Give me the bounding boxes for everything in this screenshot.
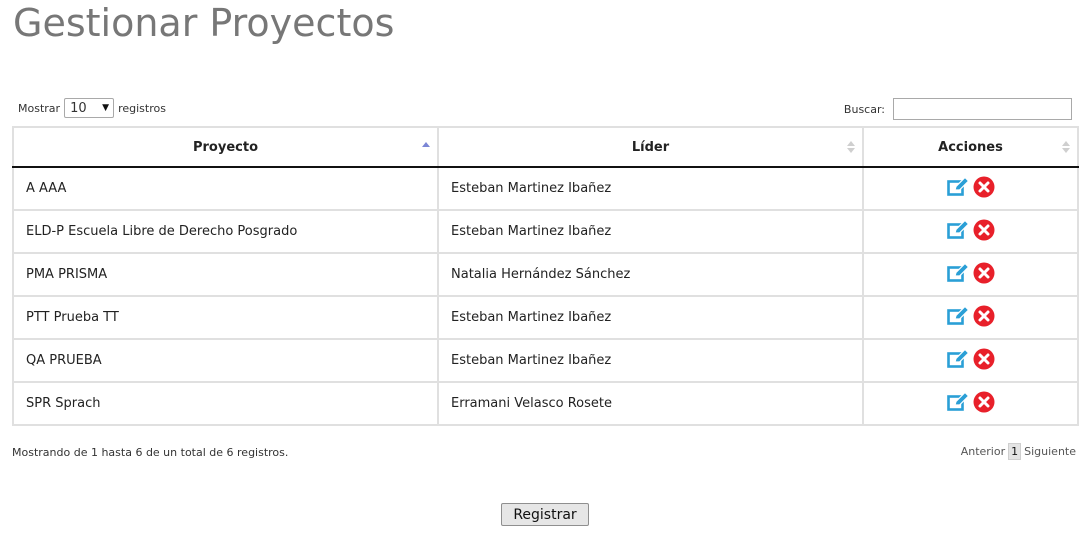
cell-lider: Erramani Velasco Rosete (437, 381, 864, 426)
table-row: QA PRUEBA Esteban Martinez Ibañez (12, 338, 1079, 383)
table-row: ELD-P Escuela Libre de Derecho Posgrado E… (12, 209, 1079, 254)
search-control: Buscar: (844, 98, 1072, 120)
cell-acciones (862, 209, 1079, 254)
cell-proyecto: ELD-P Escuela Libre de Derecho Posgrado (12, 209, 439, 254)
cell-proyecto: SPR Sprach (12, 381, 439, 426)
edit-icon[interactable] (946, 391, 969, 416)
chevron-down-icon: ▼ (102, 103, 110, 113)
row-actions (946, 219, 995, 245)
row-actions (946, 305, 995, 331)
delete-icon[interactable] (973, 262, 995, 288)
projects-table: Proyecto Líder Acciones A AAA Esteban Ma… (12, 126, 1079, 426)
row-actions (946, 348, 995, 374)
length-suffix-label: registros (118, 101, 166, 115)
cell-acciones (862, 381, 1079, 426)
page-length-control: Mostrar 10 ▼ registros (18, 98, 166, 118)
cell-proyecto: QA PRUEBA (12, 338, 439, 383)
search-label: Buscar: (843, 102, 885, 116)
cell-lider: Esteban Martinez Ibañez (437, 166, 864, 211)
row-actions (946, 176, 995, 202)
cell-acciones (862, 252, 1079, 297)
edit-icon[interactable] (946, 262, 969, 287)
sort-both-icon (1062, 141, 1070, 153)
previous-page-button[interactable]: Anterior (961, 445, 1005, 458)
delete-icon[interactable] (973, 176, 995, 202)
register-button[interactable]: Registrar (501, 503, 589, 526)
cell-lider: Esteban Martinez Ibañez (437, 209, 864, 254)
search-input[interactable] (893, 98, 1072, 120)
table-row: PTT Prueba TT Esteban Martinez Ibañez (12, 295, 1079, 340)
page-length-value: 10 (70, 100, 87, 116)
edit-icon[interactable] (946, 305, 969, 330)
pagination: Anterior 1 Siguiente (961, 443, 1076, 460)
table-row: SPR Sprach Erramani Velasco Rosete (12, 381, 1079, 426)
cell-lider: Natalia Hernández Sánchez (437, 252, 864, 297)
table-row: A AAA Esteban Martinez Ibañez (12, 166, 1079, 211)
sort-both-icon (847, 141, 855, 153)
row-actions (946, 391, 995, 417)
cell-lider: Esteban Martinez Ibañez (437, 295, 864, 340)
length-prefix-label: Mostrar (18, 101, 61, 115)
next-page-button[interactable]: Siguiente (1024, 445, 1076, 458)
column-header-label: Acciones (938, 139, 1003, 155)
column-header-label: Proyecto (192, 139, 258, 155)
cell-acciones (862, 295, 1079, 340)
page-button-current[interactable]: 1 (1008, 443, 1022, 460)
delete-icon[interactable] (973, 348, 995, 374)
cell-lider: Esteban Martinez Ibañez (437, 338, 864, 383)
table-header-row: Proyecto Líder Acciones (12, 126, 1079, 168)
edit-icon[interactable] (946, 176, 969, 201)
cell-proyecto: PTT Prueba TT (12, 295, 439, 340)
cell-proyecto: A AAA (12, 166, 439, 211)
column-header-acciones[interactable]: Acciones (862, 126, 1079, 168)
row-actions (946, 262, 995, 288)
delete-icon[interactable] (973, 391, 995, 417)
page-title: Gestionar Proyectos (13, 1, 395, 45)
column-header-lider[interactable]: Líder (437, 126, 864, 168)
edit-icon[interactable] (946, 219, 969, 244)
page-length-select[interactable]: 10 ▼ (64, 98, 115, 118)
cell-proyecto: PMA PRISMA (12, 252, 439, 297)
sort-ascending-icon (422, 142, 430, 147)
table-row: PMA PRISMA Natalia Hernández Sánchez (12, 252, 1079, 297)
delete-icon[interactable] (973, 219, 995, 245)
edit-icon[interactable] (946, 348, 969, 373)
column-header-label: Líder (631, 139, 670, 155)
column-header-proyecto[interactable]: Proyecto (12, 126, 439, 168)
cell-acciones (862, 338, 1079, 383)
table-info: Mostrando de 1 hasta 6 de un total de 6 … (12, 446, 289, 459)
cell-acciones (862, 166, 1079, 211)
delete-icon[interactable] (973, 305, 995, 331)
